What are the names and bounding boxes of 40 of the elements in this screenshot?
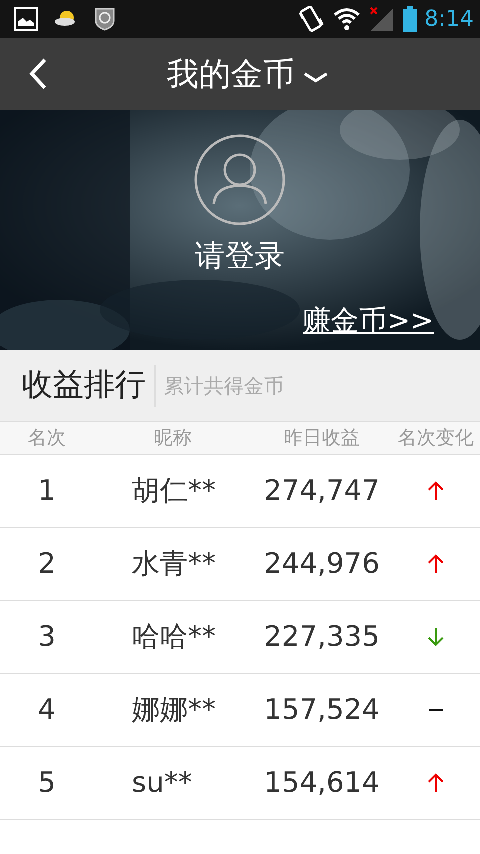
nickname-cell-text: 胡仁** — [131, 473, 217, 509]
column-header: 名次 — [27, 426, 67, 451]
amount-cell-text: 274,747 — [263, 473, 381, 509]
image-icon — [14, 7, 38, 31]
column-header: 名次变化 — [397, 426, 475, 451]
nickname-cell-text: 娜娜** — [131, 692, 217, 728]
back-icon[interactable] — [28, 58, 48, 90]
rank-cell-text: 1 — [37, 473, 57, 509]
amount-cell-text: 154,614 — [263, 765, 381, 801]
amount-cell-text: 227,335 — [263, 619, 381, 655]
shield-icon — [94, 7, 116, 31]
chevron-down-icon[interactable] — [303, 72, 329, 84]
column-header: 昨日收益 — [283, 426, 361, 451]
login-text[interactable]: 请登录 — [195, 234, 285, 279]
amount-cell-text: 157,524 — [263, 692, 381, 728]
amount-cell-text: 244,976 — [263, 546, 381, 582]
rank-cell-text: 2 — [37, 546, 57, 582]
weather-icon — [54, 10, 78, 28]
up-arrow-icon — [427, 553, 445, 575]
earn-coins-link[interactable]: 赚金币>> — [303, 300, 434, 342]
signal-icon — [368, 6, 395, 32]
vibrate-icon — [296, 5, 325, 33]
avatar-icon[interactable] — [194, 134, 286, 226]
rank-cell-text: 3 — [37, 619, 57, 655]
dash-icon — [427, 708, 445, 712]
wifi-icon — [332, 7, 361, 31]
nickname-cell-text: su** — [131, 765, 194, 801]
down-arrow-icon — [427, 626, 445, 648]
battery-icon — [402, 6, 417, 32]
up-arrow-icon — [427, 480, 445, 502]
page-title: 我的金币 — [167, 54, 295, 95]
column-header: 昵称 — [153, 426, 193, 451]
section-subtitle: 累计共得金币 — [154, 364, 284, 406]
section-title: 收益排行 — [22, 366, 146, 406]
rank-cell-text: 5 — [37, 765, 57, 801]
nickname-cell-text: 哈哈** — [131, 619, 217, 655]
nickname-cell-text: 水青** — [131, 546, 217, 582]
up-arrow-icon — [427, 772, 445, 794]
time-text: 8:14 — [424, 6, 474, 34]
rank-cell-text: 4 — [37, 692, 57, 728]
